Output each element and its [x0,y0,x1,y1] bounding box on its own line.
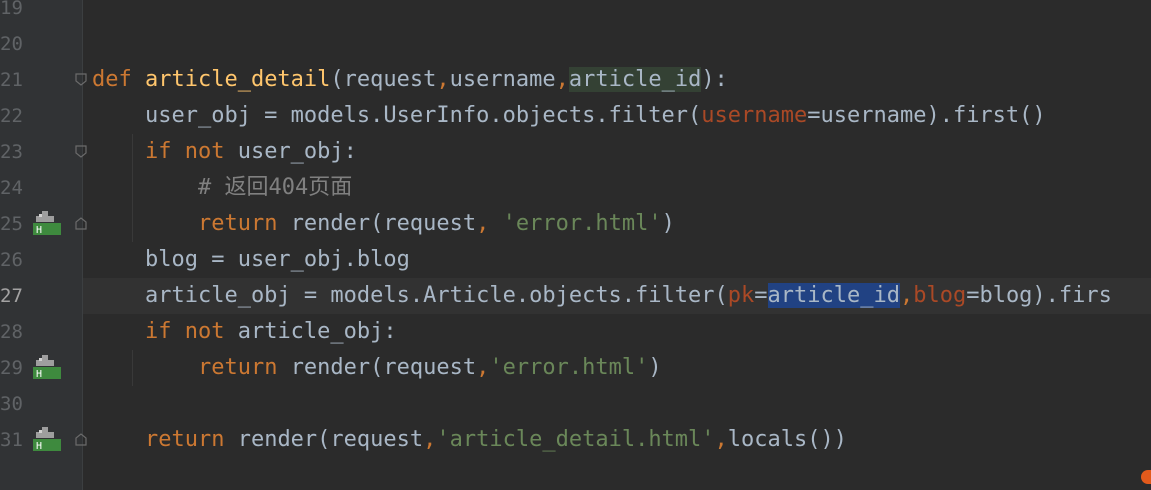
code-token: , [714,427,728,452]
line-number: 23 [0,141,23,163]
code-token: pk [727,283,755,308]
warning-marker-icon[interactable] [1141,470,1151,484]
code-token: def [92,67,145,92]
code-token: blog [913,283,967,308]
code-token: , [436,67,450,92]
code-token: return [197,355,291,380]
line-number: 29 [0,357,23,379]
overrides-method-icon[interactable]: H [33,427,63,453]
code-token: username [701,103,808,128]
code-token: ) [648,355,662,380]
code-token: 'error.html' [502,211,662,236]
code-token: = [754,283,768,308]
line-number: 20 [0,33,23,55]
code-token: blog = user_obj.blog [92,247,410,272]
line-number: 30 [0,393,23,415]
code-line[interactable]: return render(request,'article_detail.ht… [92,422,847,458]
svg-text:H: H [36,369,42,380]
line-number: 26 [0,249,23,271]
line-number: 19 [0,0,23,19]
code-token: 'error.html' [489,355,649,380]
line-number: 27 [0,285,23,307]
code-token: , [476,355,490,380]
code-line[interactable]: article_obj = models.Article.objects.fil… [92,278,1112,314]
line-number: 22 [0,105,23,127]
code-token: user_obj = models.UserInfo.objects.filte… [92,103,702,128]
code-area[interactable]: def article_detail(request,username,arti… [83,0,1151,490]
code-line[interactable]: # 返回404页面 [92,170,352,206]
code-token: , [423,427,437,452]
code-token: (request [330,67,437,92]
code-line[interactable]: blog = user_obj.blog [92,242,410,278]
overrides-method-icon[interactable]: H [33,355,63,381]
line-number: 31 [0,429,23,451]
overrides-method-icon[interactable]: H [33,211,63,237]
code-token: locals()) [727,427,848,452]
svg-text:H: H [36,225,42,236]
code-line[interactable]: def article_detail(request,username,arti… [92,62,728,98]
code-token: # 返回404页面 [197,175,353,200]
code-token: , [555,67,569,92]
code-token: if not [144,319,238,344]
code-token: , [899,283,914,308]
code-token: if not [144,139,238,164]
code-editor[interactable]: 19 20 21 22 23 24 25 H 26 27 28 29 H 30 31 H def articl… [0,0,1151,490]
line-number: 24 [0,177,23,199]
code-line[interactable]: return render(request, 'error.html') [92,206,675,242]
code-token: article_detail [144,67,331,92]
code-token: render(request [237,427,424,452]
code-line[interactable]: user_obj = models.UserInfo.objects.filte… [92,98,1046,134]
code-token: article_obj: [237,319,397,344]
code-token: ) [661,211,675,236]
code-token: article_id [568,67,702,92]
code-line[interactable]: if not article_obj: [92,314,397,350]
code-line[interactable]: return render(request,'error.html') [92,350,662,386]
code-line[interactable]: if not user_obj: [92,134,357,170]
line-number: 25 [0,213,23,235]
code-token: return [197,211,291,236]
code-token: render(request [290,211,477,236]
line-number-gutter[interactable]: 19 20 21 22 23 24 25 H 26 27 28 29 H 30 31 H [0,0,87,490]
code-token: =blog).firs [966,283,1112,308]
code-token: article_obj = models.Article.objects.fil… [92,283,728,308]
code-token: username [449,67,556,92]
code-token: render(request [290,355,477,380]
code-token: article_id [767,283,900,308]
code-token: ): [701,67,728,92]
code-token: 'article_detail.html' [436,427,715,452]
code-token: , [476,211,503,236]
code-token: return [144,427,238,452]
line-number: 21 [0,69,23,91]
code-token: user_obj: [237,139,357,164]
svg-text:H: H [36,441,42,452]
line-number: 28 [0,321,23,343]
code-token: =username).first() [807,103,1046,128]
